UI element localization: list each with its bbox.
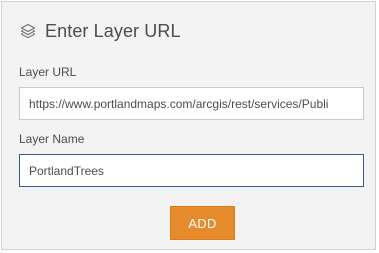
panel-header: Enter Layer URL (19, 19, 181, 43)
layer-url-input[interactable] (19, 87, 364, 120)
layer-url-label: Layer URL (19, 65, 77, 79)
layer-name-label: Layer Name (19, 132, 85, 146)
add-button[interactable]: ADD (170, 206, 235, 240)
layer-name-input[interactable] (19, 154, 364, 187)
enter-layer-url-panel: Enter Layer URL Layer URL Layer Name ADD (1, 1, 376, 250)
layers-icon (19, 22, 37, 40)
panel-title: Enter Layer URL (45, 20, 181, 41)
